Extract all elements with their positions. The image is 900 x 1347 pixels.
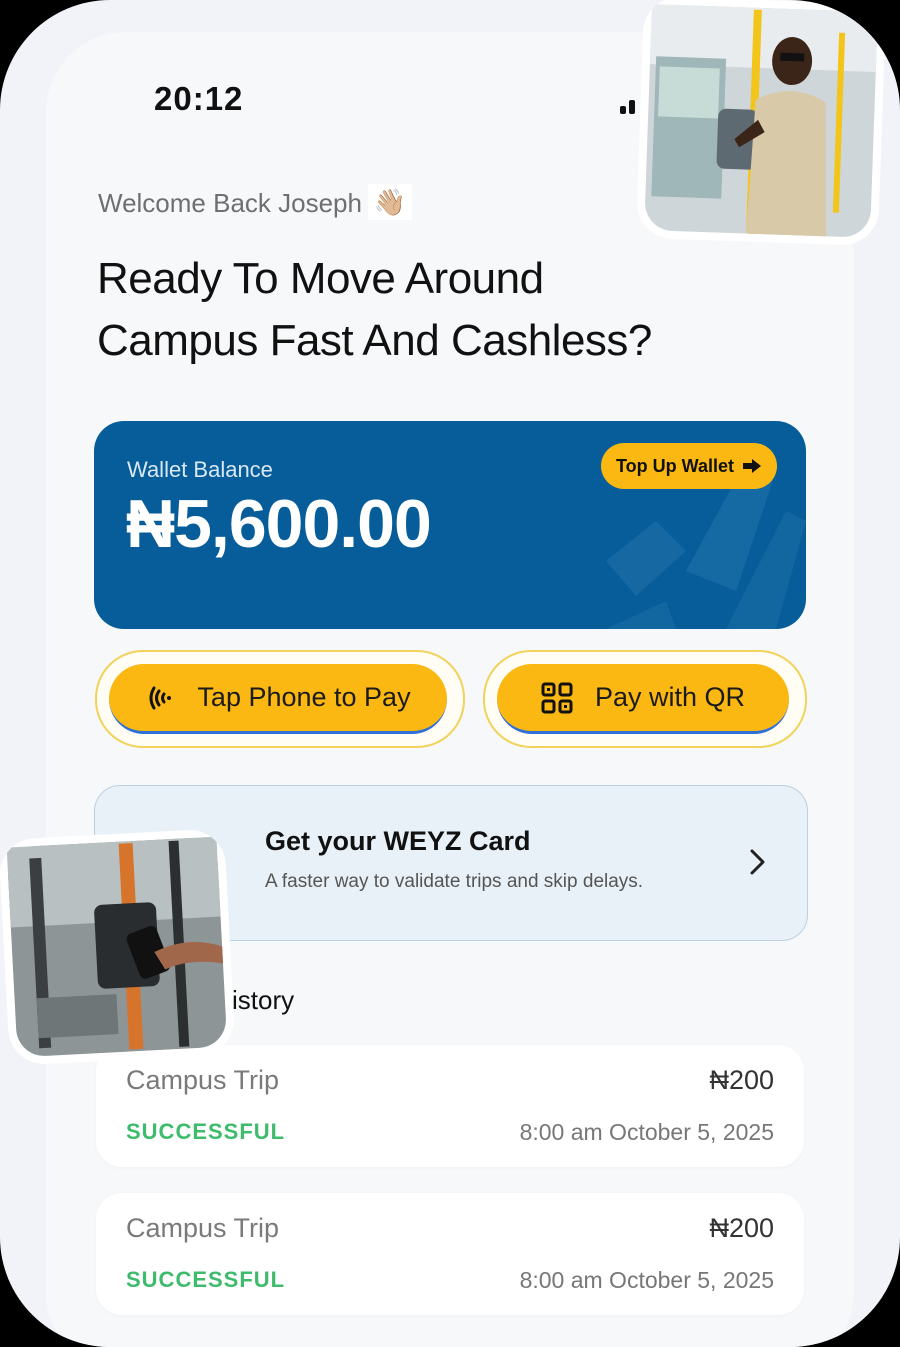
tap-to-pay-wrapper: Tap Phone to Pay bbox=[95, 650, 465, 748]
pay-with-qr-wrapper: Pay with QR bbox=[483, 650, 807, 748]
commuter-photo-image bbox=[645, 4, 878, 237]
status-time: 20:12 bbox=[154, 80, 244, 117]
trip-status: SUCCESSFUL bbox=[126, 1267, 286, 1292]
history-heading: istory bbox=[232, 985, 295, 1015]
trip-amount: ₦200 bbox=[709, 1213, 774, 1243]
headline-line-2: Campus Fast And Cashless? bbox=[97, 316, 652, 365]
top-up-label: Top Up Wallet bbox=[616, 455, 734, 476]
tap-phone-to-pay-button[interactable]: Tap Phone to Pay bbox=[109, 664, 447, 734]
pay-with-qr-label: Pay with QR bbox=[594, 682, 746, 712]
qr-code-icon bbox=[541, 682, 573, 713]
chevron-right-icon[interactable] bbox=[749, 848, 767, 876]
page-title: Ready To Move Around Campus Fast And Cas… bbox=[97, 248, 757, 372]
weyz-card-title: Get your WEYZ Card bbox=[265, 826, 531, 856]
trip-time: 8:00 am October 5, 2025 bbox=[519, 1119, 774, 1145]
history-item[interactable]: Campus Trip SUCCESSFUL ₦200 8:00 am Octo… bbox=[96, 1193, 804, 1315]
weyz-card-subtitle: A faster way to validate trips and skip … bbox=[265, 871, 644, 892]
top-up-wallet-button[interactable]: Top Up Wallet bbox=[601, 443, 777, 489]
pay-with-qr-button[interactable]: Pay with QR bbox=[497, 664, 789, 734]
wallet-balance-amount: ₦5,600.00 bbox=[126, 486, 432, 562]
trip-name: Campus Trip bbox=[126, 1065, 280, 1095]
history-item[interactable]: Campus Trip SUCCESSFUL ₦200 8:00 am Octo… bbox=[96, 1045, 804, 1167]
headline-line-1: Ready To Move Around bbox=[97, 254, 544, 303]
wallet-card: Wallet Balance ₦5,600.00 Top Up Wallet bbox=[94, 421, 806, 629]
phone-frame: 20:12 Welcome Back Joseph 👋🏼 Ready To Mo… bbox=[0, 0, 900, 1347]
commuter-photo bbox=[635, 0, 887, 247]
trip-status: SUCCESSFUL bbox=[126, 1119, 286, 1144]
welcome-text: Welcome Back Joseph bbox=[98, 188, 362, 218]
trip-time: 8:00 am October 5, 2025 bbox=[519, 1267, 774, 1293]
tap-to-pay-label: Tap Phone to Pay bbox=[197, 682, 411, 712]
trip-amount: ₦200 bbox=[709, 1065, 774, 1095]
trip-name: Campus Trip bbox=[126, 1213, 280, 1243]
validator-photo bbox=[0, 828, 236, 1066]
wave-emoji: 👋🏼 bbox=[368, 184, 412, 220]
wallet-balance-label: Wallet Balance bbox=[127, 457, 273, 482]
nfc-icon bbox=[149, 686, 172, 709]
validator-photo-image bbox=[6, 836, 226, 1056]
arrow-right-icon bbox=[742, 459, 761, 473]
